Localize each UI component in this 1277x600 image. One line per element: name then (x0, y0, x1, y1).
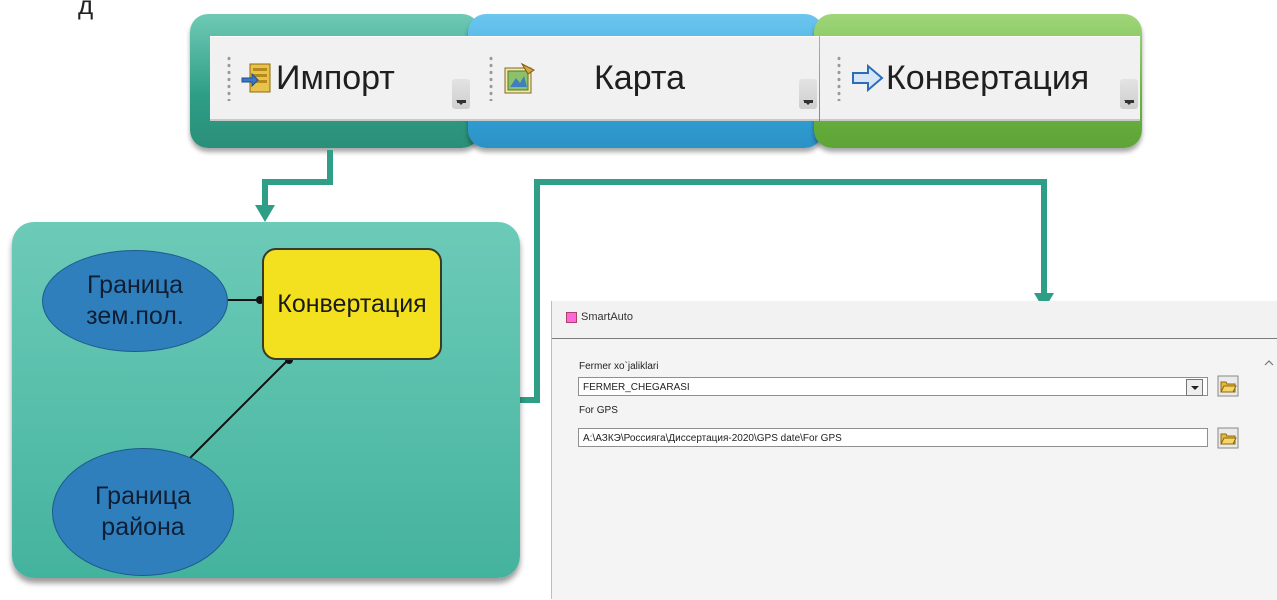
process-conversion-label: Конвертация (277, 289, 427, 318)
smartauto-dialog: SmartAuto Fermer xo`jaliklari FERMER_CHE… (551, 301, 1277, 600)
open-folder-icon (1217, 375, 1239, 397)
open-folder-icon (1217, 427, 1239, 449)
app-icon (566, 311, 577, 323)
input-boundary-land[interactable]: Граница зем.пол. (42, 250, 228, 352)
gps-folder-value: A:\АЗКЭ\Россиягa\Диссертация-2020\GPS da… (583, 433, 842, 444)
gps-folder-input[interactable]: A:\АЗКЭ\Россиягa\Диссертация-2020\GPS da… (578, 428, 1208, 447)
link-input2-to-process (185, 359, 289, 463)
field2-label: For GPS (579, 405, 618, 416)
dialog-title-text: SmartAuto (581, 311, 633, 323)
scroll-up-icon[interactable] (1263, 357, 1275, 369)
input-boundary-land-label: Граница зем.пол. (86, 270, 184, 330)
input-boundary-district[interactable]: Граница района (52, 448, 234, 576)
process-conversion[interactable]: Конвертация (262, 248, 442, 360)
input-boundary-district-label: Граница района (95, 481, 191, 541)
combobox-dropdown-button[interactable] (1186, 379, 1203, 396)
dialog-body: Fermer xo`jaliklari FERMER_CHEGARASI For… (552, 338, 1277, 600)
dialog-title: SmartAuto (566, 311, 633, 323)
field1-label: Fermer xo`jaliklari (579, 361, 659, 372)
chevron-down-icon (1190, 385, 1199, 390)
farm-layer-value: FERMER_CHEGARASI (583, 382, 690, 393)
browse-folder-button[interactable] (1217, 427, 1239, 449)
farm-layer-combobox[interactable]: FERMER_CHEGARASI (578, 377, 1208, 396)
browse-folder-button[interactable] (1217, 375, 1239, 397)
